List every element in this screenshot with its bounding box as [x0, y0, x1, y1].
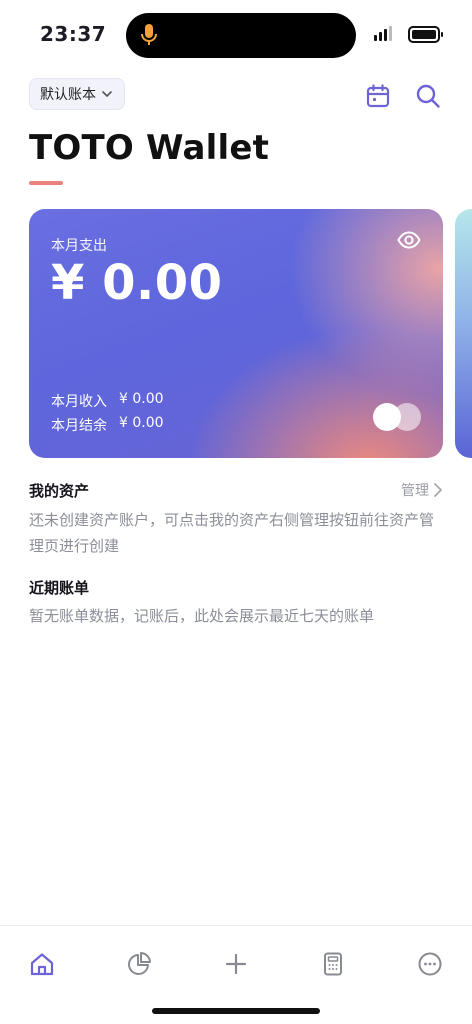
calendar-icon: [366, 84, 390, 108]
tab-home[interactable]: [28, 950, 56, 978]
eye-icon: [397, 231, 421, 249]
tab-statistics[interactable]: [125, 950, 153, 978]
battery-icon: [408, 26, 443, 43]
assets-empty-text: 还未创建资产账户，可点击我的资产右侧管理按钮前往资产管理页进行创建: [29, 511, 435, 555]
microphone-icon: [141, 24, 157, 45]
title-underline: [29, 181, 63, 185]
income-value: ¥ 0.00: [119, 391, 164, 407]
balance-value: ¥ 0.00: [119, 415, 164, 431]
chevron-down-icon: [102, 91, 112, 97]
cellular-signal-icon: [374, 26, 392, 41]
assets-title: 我的资产: [29, 482, 90, 500]
calculator-icon: [324, 952, 342, 976]
home-icon: [30, 953, 54, 976]
balance-label: 本月结余: [51, 418, 107, 434]
tab-calculator[interactable]: [319, 950, 347, 978]
page-title: TOTO Wallet: [29, 128, 270, 168]
status-bar: 23:37: [0, 0, 472, 70]
tab-add-record[interactable]: [222, 950, 250, 978]
expense-amount: ¥ 0.00: [51, 255, 223, 311]
income-label: 本月收入: [51, 394, 107, 410]
more-icon: [418, 952, 442, 976]
dynamic-island: [126, 13, 356, 58]
visibility-toggle[interactable]: [397, 231, 421, 253]
search-button[interactable]: [414, 82, 442, 110]
recent-bills-title: 近期账单: [29, 579, 90, 597]
card-switch-dots[interactable]: [373, 403, 421, 431]
monthly-summary-card[interactable]: 本月支出 ¥ 0.00 本月收入 ¥ 0.00 本月结余 ¥ 0.00: [29, 209, 443, 458]
tab-more[interactable]: [416, 950, 444, 978]
status-time: 23:37: [40, 22, 107, 46]
calendar-button[interactable]: [364, 82, 392, 110]
chevron-right-icon: [434, 483, 442, 497]
manage-assets-button[interactable]: 管理: [401, 480, 443, 500]
balance-row: 本月结余 ¥ 0.00: [51, 415, 164, 435]
income-row: 本月收入 ¥ 0.00: [51, 391, 164, 411]
pie-chart-icon: [128, 952, 151, 975]
home-indicator: [152, 1008, 320, 1014]
search-icon: [416, 84, 440, 108]
expense-label: 本月支出: [51, 238, 107, 254]
next-card-peek[interactable]: [455, 209, 472, 458]
ledger-label: 默认账本: [40, 87, 96, 103]
ledger-selector[interactable]: 默认账本: [29, 78, 125, 110]
plus-icon: [225, 953, 247, 975]
recent-bills-empty-text: 暂无账单数据，记账后，此处会展示最近七天的账单: [29, 607, 375, 625]
manage-label: 管理: [401, 483, 429, 499]
